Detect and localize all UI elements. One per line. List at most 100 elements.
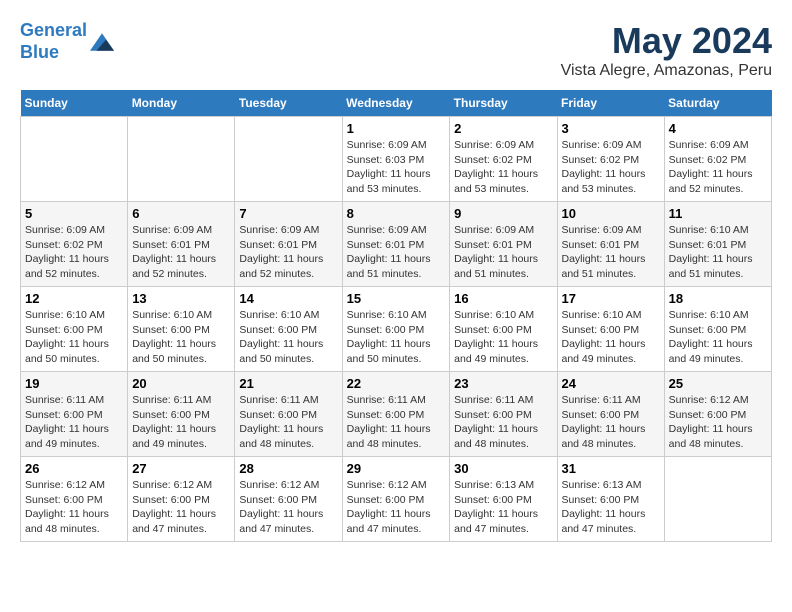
logo: GeneralBlue — [20, 20, 114, 63]
calendar-cell: 27 Sunrise: 6:12 AM Sunset: 6:00 PM Dayli… — [128, 457, 235, 542]
day-number: 23 — [454, 376, 552, 391]
weekday-header-monday: Monday — [128, 90, 235, 117]
day-number: 1 — [347, 121, 446, 136]
calendar-cell: 28 Sunrise: 6:12 AM Sunset: 6:00 PM Dayli… — [235, 457, 342, 542]
calendar-cell: 30 Sunrise: 6:13 AM Sunset: 6:00 PM Dayli… — [450, 457, 557, 542]
calendar-cell: 8 Sunrise: 6:09 AM Sunset: 6:01 PM Daylig… — [342, 202, 450, 287]
calendar-cell — [664, 457, 771, 542]
calendar-cell: 1 Sunrise: 6:09 AM Sunset: 6:03 PM Daylig… — [342, 117, 450, 202]
day-info: Sunrise: 6:09 AM Sunset: 6:02 PM Dayligh… — [25, 223, 123, 282]
week-row-1: 1 Sunrise: 6:09 AM Sunset: 6:03 PM Daylig… — [21, 117, 772, 202]
calendar-cell: 4Sunrise: 6:09 AM Sunset: 6:02 PM Daylig… — [664, 117, 771, 202]
calendar-cell: 6Sunrise: 6:09 AM Sunset: 6:01 PM Daylig… — [128, 202, 235, 287]
week-row-2: 5 Sunrise: 6:09 AM Sunset: 6:02 PM Daylig… — [21, 202, 772, 287]
day-info: Sunrise: 6:12 AM Sunset: 6:00 PM Dayligh… — [25, 478, 123, 537]
day-info: Sunrise: 6:10 AM Sunset: 6:01 PM Dayligh… — [669, 223, 767, 282]
day-number: 28 — [239, 461, 337, 476]
day-number: 16 — [454, 291, 552, 306]
calendar-cell: 10Sunrise: 6:09 AM Sunset: 6:01 PM Dayli… — [557, 202, 664, 287]
day-number: 7 — [239, 206, 337, 221]
day-info: Sunrise: 6:12 AM Sunset: 6:00 PM Dayligh… — [239, 478, 337, 537]
day-number: 15 — [347, 291, 446, 306]
day-number: 9 — [454, 206, 552, 221]
day-info: Sunrise: 6:11 AM Sunset: 6:00 PM Dayligh… — [239, 393, 337, 452]
day-info: Sunrise: 6:11 AM Sunset: 6:00 PM Dayligh… — [347, 393, 446, 452]
weekday-header-thursday: Thursday — [450, 90, 557, 117]
calendar-cell: 16Sunrise: 6:10 AM Sunset: 6:00 PM Dayli… — [450, 287, 557, 372]
day-info: Sunrise: 6:13 AM Sunset: 6:00 PM Dayligh… — [562, 478, 660, 537]
calendar-cell — [21, 117, 128, 202]
calendar-cell: 3Sunrise: 6:09 AM Sunset: 6:02 PM Daylig… — [557, 117, 664, 202]
weekday-header-tuesday: Tuesday — [235, 90, 342, 117]
day-number: 22 — [347, 376, 446, 391]
calendar-cell: 22 Sunrise: 6:11 AM Sunset: 6:00 PM Dayli… — [342, 372, 450, 457]
day-info: Sunrise: 6:09 AM Sunset: 6:02 PM Dayligh… — [454, 138, 552, 197]
day-info: Sunrise: 6:10 AM Sunset: 6:00 PM Dayligh… — [239, 308, 337, 367]
day-info: Sunrise: 6:13 AM Sunset: 6:00 PM Dayligh… — [454, 478, 552, 537]
day-info: Sunrise: 6:09 AM Sunset: 6:01 PM Dayligh… — [239, 223, 337, 282]
day-info: Sunrise: 6:09 AM Sunset: 6:01 PM Dayligh… — [347, 223, 446, 282]
day-info: Sunrise: 6:11 AM Sunset: 6:00 PM Dayligh… — [25, 393, 123, 452]
day-info: Sunrise: 6:10 AM Sunset: 6:00 PM Dayligh… — [25, 308, 123, 367]
day-number: 14 — [239, 291, 337, 306]
day-info: Sunrise: 6:11 AM Sunset: 6:00 PM Dayligh… — [562, 393, 660, 452]
day-info: Sunrise: 6:12 AM Sunset: 6:00 PM Dayligh… — [347, 478, 446, 537]
weekday-header-friday: Friday — [557, 90, 664, 117]
calendar-cell: 11 Sunrise: 6:10 AM Sunset: 6:01 PM Dayli… — [664, 202, 771, 287]
calendar-cell: 12 Sunrise: 6:10 AM Sunset: 6:00 PM Dayli… — [21, 287, 128, 372]
calendar-cell: 25Sunrise: 6:12 AM Sunset: 6:00 PM Dayli… — [664, 372, 771, 457]
week-row-5: 26 Sunrise: 6:12 AM Sunset: 6:00 PM Dayli… — [21, 457, 772, 542]
calendar-cell: 5 Sunrise: 6:09 AM Sunset: 6:02 PM Daylig… — [21, 202, 128, 287]
calendar-cell — [235, 117, 342, 202]
day-number: 4 — [669, 121, 767, 136]
day-info: Sunrise: 6:09 AM Sunset: 6:01 PM Dayligh… — [562, 223, 660, 282]
day-number: 17 — [562, 291, 660, 306]
day-number: 26 — [25, 461, 123, 476]
day-number: 12 — [25, 291, 123, 306]
calendar-cell: 23 Sunrise: 6:11 AM Sunset: 6:00 PM Dayli… — [450, 372, 557, 457]
day-number: 5 — [25, 206, 123, 221]
day-number: 21 — [239, 376, 337, 391]
calendar-table: SundayMondayTuesdayWednesdayThursdayFrid… — [20, 90, 772, 542]
weekday-header-row: SundayMondayTuesdayWednesdayThursdayFrid… — [21, 90, 772, 117]
day-number: 27 — [132, 461, 230, 476]
calendar-cell: 2 Sunrise: 6:09 AM Sunset: 6:02 PM Daylig… — [450, 117, 557, 202]
day-info: Sunrise: 6:09 AM Sunset: 6:01 PM Dayligh… — [454, 223, 552, 282]
day-number: 30 — [454, 461, 552, 476]
day-number: 24 — [562, 376, 660, 391]
calendar-cell: 24 Sunrise: 6:11 AM Sunset: 6:00 PM Dayli… — [557, 372, 664, 457]
day-number: 18 — [669, 291, 767, 306]
logo-text: GeneralBlue — [20, 20, 87, 63]
day-info: Sunrise: 6:12 AM Sunset: 6:00 PM Dayligh… — [132, 478, 230, 537]
calendar-cell: 9 Sunrise: 6:09 AM Sunset: 6:01 PM Daylig… — [450, 202, 557, 287]
day-info: Sunrise: 6:11 AM Sunset: 6:00 PM Dayligh… — [132, 393, 230, 452]
calendar-cell: 14 Sunrise: 6:10 AM Sunset: 6:00 PM Dayli… — [235, 287, 342, 372]
day-info: Sunrise: 6:09 AM Sunset: 6:03 PM Dayligh… — [347, 138, 446, 197]
calendar-cell: 20 Sunrise: 6:11 AM Sunset: 6:00 PM Dayli… — [128, 372, 235, 457]
day-info: Sunrise: 6:11 AM Sunset: 6:00 PM Dayligh… — [454, 393, 552, 452]
day-number: 2 — [454, 121, 552, 136]
title-area: May 2024 Vista Alegre, Amazonas, Peru — [561, 20, 772, 80]
calendar-cell: 15 Sunrise: 6:10 AM Sunset: 6:00 PM Dayli… — [342, 287, 450, 372]
day-number: 8 — [347, 206, 446, 221]
calendar-cell: 13Sunrise: 6:10 AM Sunset: 6:00 PM Dayli… — [128, 287, 235, 372]
calendar-cell: 26 Sunrise: 6:12 AM Sunset: 6:00 PM Dayli… — [21, 457, 128, 542]
weekday-header-saturday: Saturday — [664, 90, 771, 117]
day-info: Sunrise: 6:10 AM Sunset: 6:00 PM Dayligh… — [347, 308, 446, 367]
calendar-cell: 7 Sunrise: 6:09 AM Sunset: 6:01 PM Daylig… — [235, 202, 342, 287]
day-number: 20 — [132, 376, 230, 391]
calendar-cell: 21 Sunrise: 6:11 AM Sunset: 6:00 PM Dayli… — [235, 372, 342, 457]
day-info: Sunrise: 6:10 AM Sunset: 6:00 PM Dayligh… — [669, 308, 767, 367]
logo-icon — [90, 33, 114, 51]
location-title: Vista Alegre, Amazonas, Peru — [561, 62, 772, 80]
week-row-3: 12 Sunrise: 6:10 AM Sunset: 6:00 PM Dayli… — [21, 287, 772, 372]
day-number: 11 — [669, 206, 767, 221]
day-info: Sunrise: 6:09 AM Sunset: 6:02 PM Dayligh… — [562, 138, 660, 197]
day-number: 29 — [347, 461, 446, 476]
month-title: May 2024 — [561, 20, 772, 62]
day-number: 19 — [25, 376, 123, 391]
day-number: 25 — [669, 376, 767, 391]
calendar-cell: 18 Sunrise: 6:10 AM Sunset: 6:00 PM Dayli… — [664, 287, 771, 372]
calendar-cell — [128, 117, 235, 202]
day-number: 13 — [132, 291, 230, 306]
